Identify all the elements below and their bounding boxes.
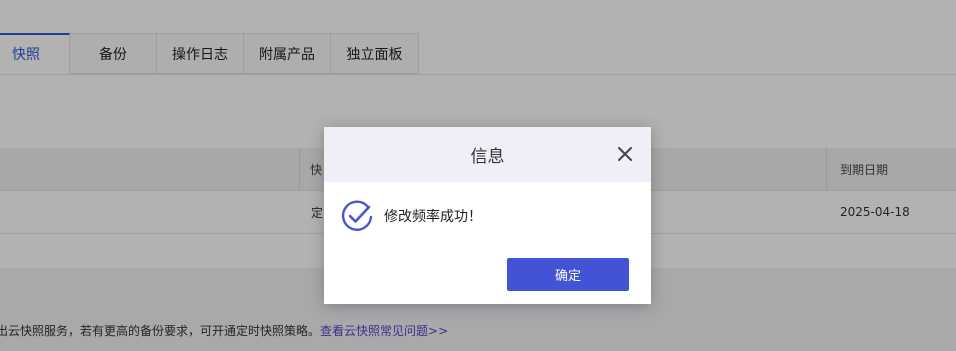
dialog-title: 信息 — [470, 147, 505, 167]
close-icon[interactable] — [615, 144, 635, 164]
dialog-header: 信息 — [324, 127, 651, 182]
info-dialog: 信息 修改频率成功！ 确定 — [324, 127, 651, 304]
dialog-body: 修改频率成功！ — [340, 199, 482, 233]
success-check-icon — [341, 200, 373, 231]
confirm-button[interactable]: 确定 — [507, 258, 629, 291]
dialog-message: 修改频率成功！ — [384, 209, 482, 225]
